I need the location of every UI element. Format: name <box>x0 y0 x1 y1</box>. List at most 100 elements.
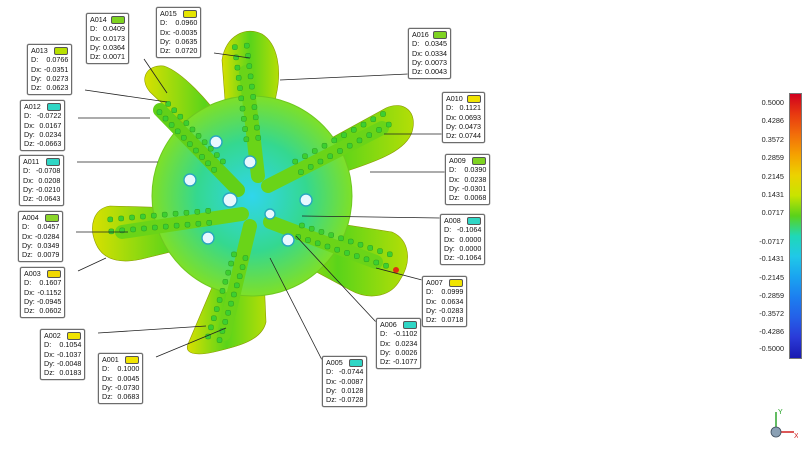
callout-value: 0.1121 <box>459 103 481 113</box>
cutter <box>130 226 136 233</box>
cutter <box>193 147 199 154</box>
cutter <box>213 306 220 312</box>
cutter <box>292 158 298 165</box>
callout-a009[interactable]: A009 D: 0.0390 Dx: 0.0238 Dy: -0.0301 Dz: 0.0068 <box>445 154 491 206</box>
callout-header: A010 <box>446 94 481 103</box>
cutter <box>351 127 357 133</box>
callout-a013[interactable]: A013 D: 0.0766 Dx: -0.0351 Dy: 0.0273 Dz: 0.0623 <box>27 44 73 96</box>
callout-a011[interactable]: A011 D: -0.0708 Dx: 0.0208 Dy: -0.0210 Dz: -0.06… <box>19 155 65 207</box>
cutter <box>242 255 249 261</box>
callout-row-dy: Dy: 0.0364 <box>90 43 125 52</box>
color-legend: 0.5000 0.4286 0.3572 0.2859 0.2145 0.1431 0.07… <box>759 93 802 359</box>
callout-a006[interactable]: A006 D: -0.1102 Dx: 0.0234 Dy: 0.0026 Dz: -0.107… <box>376 318 422 370</box>
cutter <box>211 166 217 173</box>
callout-a005[interactable]: A005 D: -0.0744 Dx: -0.0087 Dy: 0.0128 Dz: -0.07… <box>322 356 368 408</box>
callout-header: A014 <box>90 15 125 24</box>
callout-a010[interactable]: A010 D: 0.1121 Dx: 0.0693 Dy: 0.0473 Dz: 0.0744 <box>442 92 485 144</box>
callout-value: 0.0183 <box>59 368 82 378</box>
cutter <box>242 126 248 132</box>
callout-a008[interactable]: A008 D: -0.1064 Dx: 0.0000 Dy: 0.0000 Dz: -0.106… <box>440 214 486 266</box>
callout-key: Dx: <box>380 338 391 348</box>
callout-value: -0.0708 <box>36 166 61 176</box>
callout-row-d: D: 0.0390 <box>449 165 486 174</box>
callout-a016[interactable]: A016 D: 0.0345 Dx: 0.0334 Dy: 0.0073 Dz: 0.0043 <box>408 28 451 80</box>
callout-value: 0.0334 <box>425 48 447 58</box>
cutter <box>357 241 364 248</box>
callout-a003[interactable]: A003 D: 0.1607 Dx: -0.1152 Dy: -0.0945 Dz: 0.060… <box>20 267 66 319</box>
callout-key: D: <box>412 39 420 49</box>
cutter <box>181 134 187 141</box>
callout-row-dz: Dz: -0.0643 <box>23 194 60 203</box>
cutter <box>219 288 226 294</box>
callout-row-d: D: -0.1064 <box>444 225 481 234</box>
callout-row-dy: Dy: -0.0301 <box>449 184 486 193</box>
cutter <box>321 142 328 149</box>
cutter <box>140 213 146 220</box>
callout-value: 0.0457 <box>37 222 60 232</box>
cutter <box>341 132 347 138</box>
callout-row-dz: Dz: -0.1064 <box>444 253 481 262</box>
callout-a002[interactable]: A002 D: 0.1054 Dx: -0.1037 Dy: -0.0048 Dz: 0.018… <box>40 329 86 381</box>
legend-tick-label: -0.1431 <box>759 254 784 263</box>
callout-header: A009 <box>449 156 487 165</box>
legend-tick-label: -0.4286 <box>759 327 784 336</box>
callout-a001[interactable]: A001 D: 0.1000 Dx: 0.0045 Dy: -0.0730 Dz: 0.0683 <box>98 353 144 405</box>
callout-a014[interactable]: A014 D: 0.0409 Dx: 0.0173 Dy: 0.0364 Dz: 0.0071 <box>86 13 129 65</box>
callout-key: Dz: <box>160 46 171 56</box>
callout-value: 0.0173 <box>103 33 125 43</box>
cutter <box>201 139 208 146</box>
callout-value: 0.0744 <box>459 131 481 141</box>
3d-viewport[interactable]: A014 D: 0.0409 Dx: 0.0173 Dy: 0.0364 Dz: 0.0071 A… <box>0 0 807 449</box>
callout-key: D: <box>326 367 334 377</box>
callout-row-dz: Dz: -0.0728 <box>326 395 363 404</box>
callout-value: 0.0071 <box>103 52 125 62</box>
cutter <box>238 95 244 102</box>
axis-triad[interactable]: X Y <box>764 408 798 444</box>
callout-key: D: <box>102 364 110 374</box>
cutter <box>177 113 184 120</box>
callout-key: Dx: <box>31 64 42 74</box>
cutter <box>173 222 180 229</box>
callout-row-dy: Dy: 0.0128 <box>326 386 363 395</box>
cutter <box>156 109 163 115</box>
cutter <box>225 269 231 276</box>
legend-tick-label: -0.5000 <box>759 344 784 353</box>
callout-a004[interactable]: A004 D: 0.0457 Dx: -0.0284 Dy: 0.0349 Dz: 0.0079 <box>18 211 64 263</box>
callout-row-dz: Dz: 0.0043 <box>412 67 447 76</box>
callout-row-dx: Dx: 0.0000 <box>444 235 481 244</box>
callout-id: A005 <box>326 358 343 367</box>
callout-id: A014 <box>90 15 107 24</box>
cutter <box>307 164 314 170</box>
callout-value: -0.1064 <box>457 253 482 263</box>
callout-key: D: <box>90 24 98 34</box>
cutter <box>360 121 367 128</box>
cutter <box>249 83 255 90</box>
callout-a012[interactable]: A012 D: -0.0722 Dx: 0.0167 Dy: 0.0234 Dz: -0.066… <box>20 100 66 152</box>
callout-value: 0.0364 <box>103 42 125 52</box>
callout-row-dx: Dx: 0.0693 <box>446 113 481 122</box>
callout-key: Dx: <box>102 373 113 383</box>
cutter <box>194 208 201 215</box>
bit-body <box>92 30 414 355</box>
cutter <box>318 229 325 235</box>
cutter <box>183 120 190 126</box>
callout-key: Dz: <box>412 67 423 77</box>
callout-header: A012 <box>24 102 62 111</box>
callout-color-swatch <box>466 94 481 103</box>
callout-row-dx: Dx: 0.0234 <box>380 339 417 348</box>
callout-id: A011 <box>23 157 40 166</box>
cutter <box>216 337 223 343</box>
callout-key: Dx: <box>446 112 457 122</box>
cutter <box>244 42 250 49</box>
cutter <box>347 238 354 245</box>
leader-line-a003 <box>77 257 107 272</box>
legend-tick-label: 0.5000 <box>761 98 784 107</box>
callout-key: D: <box>444 225 452 235</box>
callout-color-swatch <box>472 156 487 165</box>
callout-row-dy: Dy: 0.0073 <box>412 58 447 67</box>
callout-row-d: D: 0.0960 <box>160 18 197 27</box>
leader-line-a002 <box>97 325 207 334</box>
callout-a007[interactable]: A007 D: 0.0999 Dx: 0.0634 Dy: -0.0283 Dz: 0.0718 <box>422 276 468 328</box>
cutter <box>232 44 238 50</box>
callout-a015[interactable]: A015 D: 0.0960 Dx: -0.0035 Dy: 0.0635 Dz: 0.0720 <box>156 7 202 59</box>
